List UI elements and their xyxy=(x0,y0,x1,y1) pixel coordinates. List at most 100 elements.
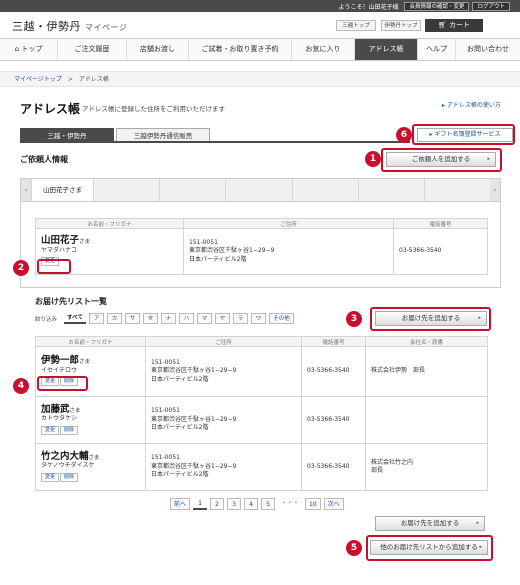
company-name: 株式会社竹之内 xyxy=(371,458,414,466)
honorific: さま xyxy=(69,407,81,414)
brand-subtitle: マイページ xyxy=(85,23,128,32)
tab-mitsukoshi-isetan[interactable]: 三越・伊勢丹 xyxy=(20,128,114,142)
add-delivery-button-bottom[interactable]: お届け先を追加する ▸ xyxy=(375,516,485,531)
filter-wa[interactable]: ワ xyxy=(251,313,267,324)
address-book-help-link[interactable]: ▸ アドレス帳の使い方 xyxy=(442,100,501,109)
nav-item-top[interactable]: ⌂ トップ xyxy=(0,39,58,60)
global-nav: ⌂ トップ ご注文履歴 店舗お渡し ご試着・お取り置き予約 お気に入り アドレス… xyxy=(0,38,520,61)
callout-highlight xyxy=(37,259,71,274)
carousel-next-icon[interactable]: › xyxy=(490,179,501,201)
person-kana: タケノウチダイスケ xyxy=(41,462,95,469)
breadcrumb: マイページトップ > アドレス帳 xyxy=(0,71,520,87)
filter-ra[interactable]: ラ xyxy=(233,313,249,324)
zip-code: 151-0051 xyxy=(151,358,180,366)
nav-item-orders[interactable]: ご注文履歴 xyxy=(58,39,127,60)
tab-mail-order[interactable]: 三越伊勢丹通信販売 xyxy=(116,128,210,142)
nav-item-favorites[interactable]: お気に入り xyxy=(292,39,355,60)
person-name: 伊勢一郎 xyxy=(41,355,80,366)
callout-badge-4: 4 xyxy=(13,378,29,394)
filter-na[interactable]: ナ xyxy=(161,313,177,324)
breadcrumb-current: アドレス帳 xyxy=(78,76,109,83)
pagination: 前へ 1 2 3 4 5 ・・・ 10 次へ xyxy=(170,498,344,510)
delivery-table: お名前・フリガナ ご住所 電話番号 会社名・肩書 伊勢一郎さま イセイチロウ 変更削… xyxy=(35,336,488,491)
nav-item-contact[interactable]: お問い合わせ xyxy=(456,39,520,60)
honorific: さま xyxy=(79,359,91,365)
table-row: 伊勢一郎さま イセイチロウ 変更 削除 151-0051 東京都渋谷区千駄ヶ谷1−29−… xyxy=(35,346,488,397)
next-page-button[interactable]: 次へ xyxy=(323,498,344,510)
page-5[interactable]: 5 xyxy=(261,498,276,510)
nav-item-help[interactable]: ヘルプ xyxy=(418,39,456,60)
requester-tab-empty xyxy=(291,179,358,201)
company-title: 部長 xyxy=(371,467,384,474)
page-10[interactable]: 10 xyxy=(305,498,321,510)
phone-cell: 03-5366-3540 xyxy=(393,228,488,275)
filter-ha[interactable]: ハ xyxy=(179,313,195,324)
filter-sa[interactable]: サ xyxy=(125,313,141,324)
address-line2: 日本パーティビル2階 xyxy=(151,424,209,432)
column-header: 会社名・肩書 xyxy=(365,336,488,347)
nav-item-store-pickup[interactable]: 店舗お渡し xyxy=(127,39,189,60)
filter-ka[interactable]: カ xyxy=(107,313,123,324)
delete-button[interactable]: 削除 xyxy=(60,472,79,482)
filter-all[interactable]: すべて xyxy=(64,313,87,324)
address-line2: 日本パーティビル2階 xyxy=(151,375,209,383)
requester-table: お名前・フリガナ ご住所 電話番号 山田花子さま ヤマダハナコ 変更 151-005… xyxy=(35,218,488,275)
account-settings-button[interactable]: 会員情報の確認・変更 xyxy=(404,1,470,11)
carousel-prev-icon[interactable]: ‹ xyxy=(21,179,31,201)
edit-button[interactable]: 変更 xyxy=(41,472,60,482)
person-kana: イセイチロウ xyxy=(41,366,78,374)
table-header: お名前・フリガナ ご住所 電話番号 会社名・肩書 xyxy=(35,336,488,347)
delete-button[interactable]: 削除 xyxy=(60,425,79,435)
callout-badge-6: 6 xyxy=(396,127,412,143)
callout-badge-3: 3 xyxy=(346,311,362,327)
filter-a[interactable]: ア xyxy=(89,313,105,324)
address-cell: 151-0051 東京都渋谷区千駄ヶ谷1−29−9 日本パーティビル2階 xyxy=(145,443,302,491)
delivery-heading: お届け先リスト一覧 xyxy=(35,297,107,306)
breadcrumb-separator: > xyxy=(61,76,79,83)
page-title: アドレス帳 xyxy=(20,102,81,116)
person-name: 山田花子 xyxy=(41,235,80,246)
callout-badge-5: 5 xyxy=(346,540,362,556)
requester-heading: ご依頼人情報 xyxy=(20,155,68,164)
breadcrumb-home[interactable]: マイページトップ xyxy=(14,76,62,83)
requester-tab-yamada[interactable]: 山田花子さま xyxy=(31,179,93,201)
prev-page-button[interactable]: 前へ xyxy=(170,498,191,510)
requester-tab-empty xyxy=(423,179,490,201)
nav-item-fitting-reservation[interactable]: ご試着・お取り置き予約 xyxy=(189,39,292,60)
logout-button[interactable]: ログアウト xyxy=(472,1,510,11)
requester-tab-empty xyxy=(225,179,291,201)
filter-other[interactable]: その他 xyxy=(269,313,295,324)
page-2[interactable]: 2 xyxy=(210,498,225,510)
page-1: 1 xyxy=(193,498,208,510)
column-header: ご住所 xyxy=(183,218,394,229)
callout-highlight xyxy=(366,535,493,561)
address-line2: 日本パーティビル2階 xyxy=(151,471,209,479)
address-cell: 151-0051 東京都渋谷区千駄ヶ谷1−29−9 日本パーティビル2階 xyxy=(145,396,302,444)
cart-button[interactable]: 🛒︎ カート xyxy=(425,19,483,32)
edit-button[interactable]: 変更 xyxy=(41,425,60,435)
phone-cell: 03-5366-3540 xyxy=(301,443,366,491)
company-name: 株式会社伊勢 部長 xyxy=(371,367,426,375)
page-3[interactable]: 3 xyxy=(227,498,242,510)
mitsukoshi-top-button[interactable]: 三越トップ xyxy=(336,20,376,31)
brand-logo[interactable]: 三越・伊勢丹 マイページ xyxy=(12,18,127,34)
name-cell: 竹之内大輔さま タケノウチダイスケ 変更 削除 xyxy=(35,443,146,491)
filter-ya[interactable]: ヤ xyxy=(215,313,231,324)
table-row: 加藤武さま カトウタケシ 変更 削除 151-0051 東京都渋谷区千駄ヶ谷1−29−9… xyxy=(35,396,488,444)
help-link-label: アドレス帳の使い方 xyxy=(446,102,501,109)
tab-underline xyxy=(20,141,410,143)
page-4[interactable]: 4 xyxy=(244,498,259,510)
column-header: お名前・フリガナ xyxy=(35,218,184,229)
filter-ma[interactable]: マ xyxy=(197,313,213,324)
zip-code: 151-0051 xyxy=(151,454,180,462)
nav-item-address-book[interactable]: アドレス帳 xyxy=(355,39,418,60)
pagination-ellipsis: ・・・ xyxy=(281,500,300,507)
phone-cell: 03-5366-3540 xyxy=(301,346,366,397)
address-line1: 東京都渋谷区千駄ヶ谷1−29−9 xyxy=(189,247,275,255)
phone-cell: 03-5366-3540 xyxy=(301,396,366,444)
filter-ta[interactable]: タ xyxy=(143,313,159,324)
honorific: さま xyxy=(79,239,91,245)
honorific: さま xyxy=(88,454,100,461)
cart-icon: 🛒︎ xyxy=(437,21,450,29)
isetan-top-button[interactable]: 伊勢丹トップ xyxy=(381,20,421,31)
